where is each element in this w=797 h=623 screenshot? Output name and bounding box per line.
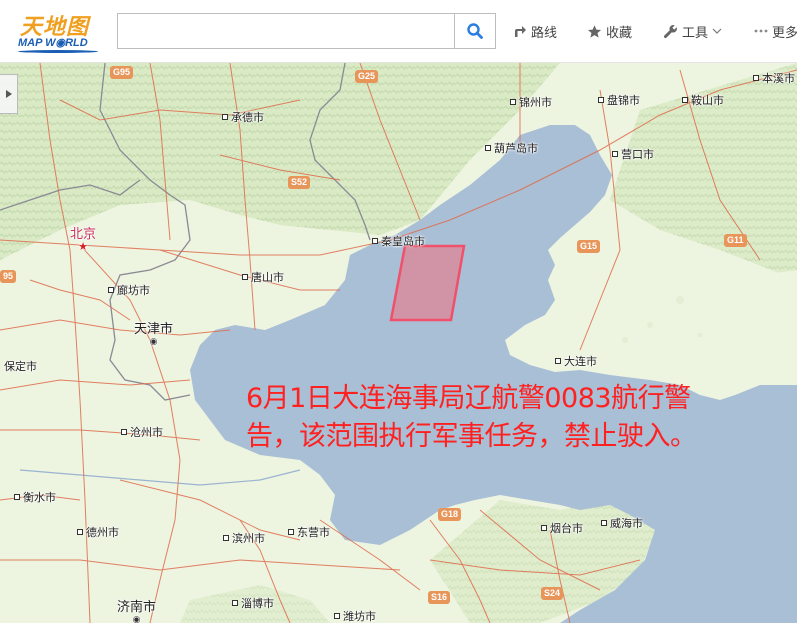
city-label-huludao[interactable]: 葫芦岛市 bbox=[485, 140, 538, 156]
chevron-down-icon bbox=[712, 24, 722, 39]
city-label-hengshui[interactable]: 衡水市 bbox=[14, 489, 56, 505]
city-label-weifang[interactable]: 潍坊市 bbox=[334, 608, 376, 623]
city-label-benxi[interactable]: 本溪市 bbox=[753, 70, 795, 86]
city-label-jinzhou[interactable]: 锦州市 bbox=[510, 94, 552, 110]
city-label-tangshan[interactable]: 唐山市 bbox=[242, 269, 284, 285]
city-label-anshan[interactable]: 鞍山市 bbox=[682, 92, 724, 108]
city-label-tianjin[interactable]: 天津市 ◉ bbox=[134, 318, 173, 347]
search-field[interactable] bbox=[117, 13, 455, 49]
city-label-cangzhou[interactable]: 沧州市 bbox=[121, 424, 163, 440]
search-input[interactable] bbox=[118, 14, 454, 48]
city-label-dongying[interactable]: 东营市 bbox=[288, 524, 330, 540]
city-label-langfang[interactable]: 廊坊市 bbox=[108, 282, 150, 298]
nav-favorites-label: 收藏 bbox=[606, 25, 633, 41]
route-icon bbox=[513, 24, 527, 38]
restricted-zone-layer bbox=[389, 244, 466, 322]
city-label-yingkou[interactable]: 营口市 bbox=[612, 146, 654, 162]
navigation-warning-notice: 6月1日大连海事局辽航警0083航行警 告，该范围执行军事任务，禁止驶入。 bbox=[246, 380, 791, 456]
map-canvas[interactable]: G95 G25 S52 G15 G11 95 G18 S16 S24 承德市 锦… bbox=[0, 63, 797, 623]
more-icon bbox=[754, 28, 768, 34]
city-label-qinhuangdao[interactable]: 秦皇岛市 bbox=[372, 233, 425, 249]
nav-tools-label: 工具 bbox=[682, 25, 709, 41]
notice-line-1: 6月1日大连海事局辽航警0083航行警 bbox=[246, 383, 691, 414]
mapworld-logo[interactable]: 天地图 MAP W◉RLD bbox=[16, 9, 102, 53]
search-button[interactable] bbox=[454, 13, 496, 49]
municipality-dot-icon: ◉ bbox=[149, 337, 158, 347]
city-label-jinan[interactable]: 济南市 ◉ bbox=[117, 596, 156, 623]
nav-more[interactable]: 更多 bbox=[754, 20, 797, 42]
restricted-zone-polygon[interactable] bbox=[389, 244, 466, 322]
city-label-baoding[interactable]: 保定市 bbox=[4, 358, 37, 374]
nav-favorites[interactable]: 收藏 bbox=[587, 20, 632, 42]
nav-route-label: 路线 bbox=[531, 25, 558, 41]
expand-arrow-icon bbox=[5, 90, 12, 98]
logo-swoosh bbox=[18, 50, 98, 53]
wrench-icon bbox=[663, 24, 678, 39]
search-icon bbox=[467, 23, 483, 39]
city-label-dalian[interactable]: 大连市 bbox=[555, 353, 597, 369]
nav-more-label: 更多 bbox=[772, 25, 797, 41]
city-label-binzhou[interactable]: 滨州市 bbox=[223, 530, 265, 546]
logo-english-text: MAP W◉RLD bbox=[18, 37, 88, 49]
city-label-dezhou[interactable]: 德州市 bbox=[77, 524, 119, 540]
city-label-weihai[interactable]: 威海市 bbox=[601, 515, 643, 531]
capital-star-icon: ★ bbox=[78, 240, 88, 253]
city-label-yantai[interactable]: 烟台市 bbox=[541, 520, 583, 536]
star-icon bbox=[587, 24, 602, 39]
city-label-chengde[interactable]: 承德市 bbox=[222, 109, 264, 125]
city-label-beijing[interactable]: 北京 ★ bbox=[70, 223, 96, 252]
city-label-panjin[interactable]: 盘锦市 bbox=[598, 92, 640, 108]
nav-tools[interactable]: 工具 bbox=[663, 20, 722, 42]
notice-line-2: 告，该范围执行军事任务，禁止驶入。 bbox=[246, 421, 697, 452]
provincial-capital-dot-icon: ◉ bbox=[132, 615, 141, 623]
top-toolbar: 天地图 MAP W◉RLD 路线 收藏 工具 更多 bbox=[0, 0, 797, 63]
city-label-zibo[interactable]: 淄博市 bbox=[232, 595, 274, 611]
nav-route[interactable]: 路线 bbox=[513, 20, 557, 42]
side-panel-toggle[interactable] bbox=[0, 74, 18, 114]
